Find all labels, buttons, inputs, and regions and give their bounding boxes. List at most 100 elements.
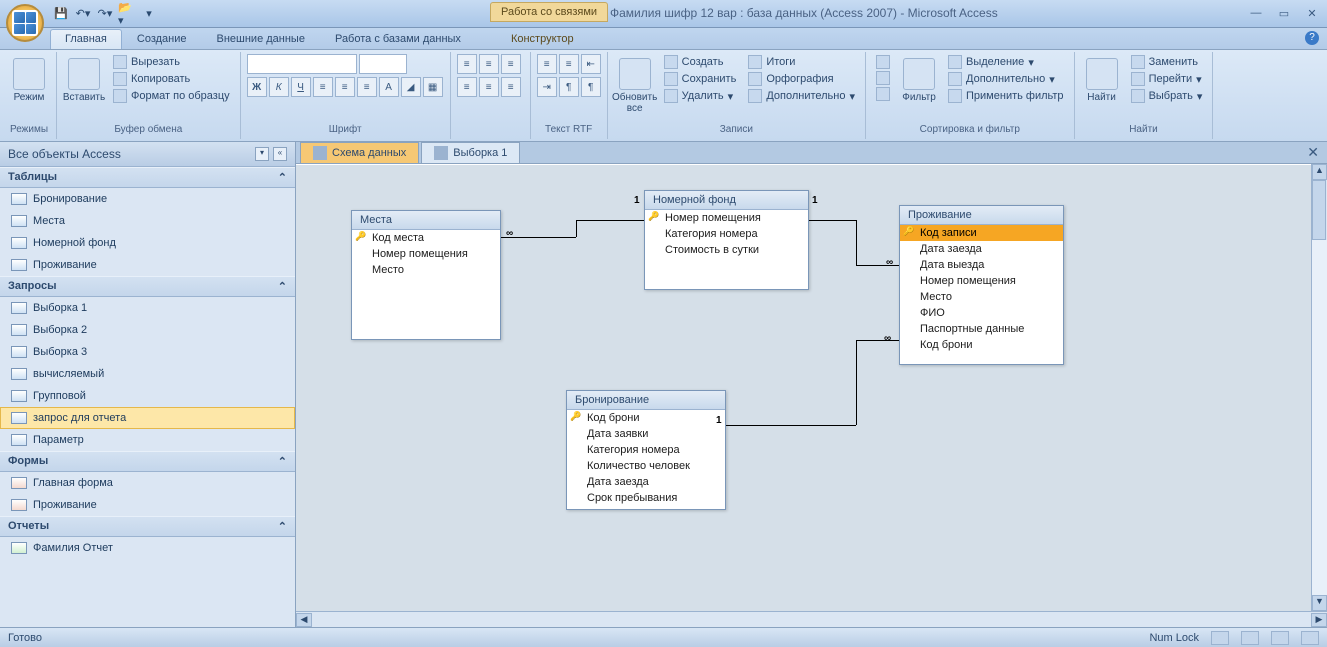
- nav-item[interactable]: Параметр: [0, 429, 295, 451]
- select-button[interactable]: Выбрать ▾: [1127, 88, 1207, 104]
- nav-item[interactable]: Выборка 3: [0, 341, 295, 363]
- scroll-right-icon[interactable]: ▶: [1311, 613, 1327, 627]
- align-right-button[interactable]: ≡: [357, 77, 377, 97]
- fill-color-button[interactable]: ◢: [401, 77, 421, 97]
- replace-button[interactable]: Заменить: [1127, 54, 1207, 70]
- view-shortcut-3[interactable]: [1271, 631, 1289, 645]
- totals-button[interactable]: Итоги: [744, 54, 859, 70]
- nav-item[interactable]: Места: [0, 210, 295, 232]
- cut-button[interactable]: Вырезать: [109, 54, 234, 70]
- view-shortcut-4[interactable]: [1301, 631, 1319, 645]
- nav-item[interactable]: Проживание: [0, 494, 295, 516]
- table-title[interactable]: Бронирование: [567, 391, 725, 410]
- table-box[interactable]: ПроживаниеКод записиДата заездаДата выез…: [899, 205, 1064, 365]
- help-icon[interactable]: ?: [1305, 31, 1319, 45]
- nav-section-reports[interactable]: Отчеты⌃: [0, 516, 295, 537]
- nav-dropdown-icon[interactable]: ▾: [255, 147, 269, 161]
- table-field[interactable]: Место: [900, 289, 1063, 305]
- view-shortcut-1[interactable]: [1211, 631, 1229, 645]
- nav-section-forms[interactable]: Формы⌃: [0, 451, 295, 472]
- nav-item[interactable]: Бронирование: [0, 188, 295, 210]
- table-field[interactable]: Дата выезда: [900, 257, 1063, 273]
- nav-item[interactable]: вычисляемый: [0, 363, 295, 385]
- scroll-thumb[interactable]: [1312, 180, 1326, 240]
- table-field[interactable]: Категория номера: [567, 442, 725, 458]
- horizontal-scrollbar[interactable]: ◀ ▶: [296, 611, 1327, 627]
- vertical-scrollbar[interactable]: ▲ ▼: [1311, 164, 1327, 611]
- tab-database-tools[interactable]: Работа с базами данных: [320, 29, 476, 49]
- underline-button[interactable]: Ч: [291, 77, 311, 97]
- ltr-button[interactable]: ¶: [559, 77, 579, 97]
- nav-item[interactable]: Проживание: [0, 254, 295, 276]
- table-box[interactable]: МестаКод местаНомер помещенияМесто: [351, 210, 501, 340]
- align-left-button[interactable]: ≡: [313, 77, 333, 97]
- tab-create[interactable]: Создание: [122, 29, 202, 49]
- table-field[interactable]: Количество человек: [567, 458, 725, 474]
- font-combo[interactable]: [247, 54, 357, 74]
- tab-home[interactable]: Главная: [50, 29, 122, 49]
- nav-item[interactable]: Групповой: [0, 385, 295, 407]
- doc-close-icon[interactable]: ✕: [1299, 142, 1327, 163]
- format-painter-button[interactable]: Формат по образцу: [109, 88, 234, 104]
- spelling-button[interactable]: Орфография: [744, 71, 859, 87]
- office-button[interactable]: [6, 4, 44, 42]
- gridlines-button[interactable]: ▦: [423, 77, 443, 97]
- align-center-button[interactable]: ≡: [335, 77, 355, 97]
- refresh-all-button[interactable]: Обновить все: [614, 54, 656, 118]
- paste-button[interactable]: Вставить: [63, 54, 105, 107]
- tab-design[interactable]: Конструктор: [496, 29, 589, 49]
- advanced-filter-button[interactable]: Дополнительно ▾: [944, 71, 1068, 87]
- nav-collapse-icon[interactable]: «: [273, 147, 287, 161]
- open-folder-icon[interactable]: 📂▾: [118, 5, 136, 23]
- selection-filter-button[interactable]: Выделение ▾: [944, 54, 1068, 70]
- nav-section-queries[interactable]: Запросы⌃: [0, 276, 295, 297]
- delete-record-button[interactable]: Удалить ▾: [660, 88, 741, 104]
- table-title[interactable]: Места: [352, 211, 500, 230]
- maximize-icon[interactable]: ▭: [1275, 7, 1293, 20]
- table-field[interactable]: Стоимость в сутки: [645, 242, 808, 258]
- rtl-button[interactable]: ¶: [581, 77, 601, 97]
- table-box[interactable]: Номерной фондНомер помещенияКатегория но…: [644, 190, 809, 290]
- minimize-icon[interactable]: —: [1247, 7, 1265, 20]
- nav-item[interactable]: Номерной фонд: [0, 232, 295, 254]
- table-field[interactable]: ФИО: [900, 305, 1063, 321]
- table-field[interactable]: Код записи: [900, 225, 1063, 241]
- doc-tab-schema[interactable]: Схема данных: [300, 142, 419, 163]
- nav-item[interactable]: Выборка 2: [0, 319, 295, 341]
- indent-inc-button[interactable]: ⇥: [537, 77, 557, 97]
- save-icon[interactable]: 💾: [52, 5, 70, 23]
- table-field[interactable]: Номер помещения: [352, 246, 500, 262]
- table-field[interactable]: Код брони: [900, 337, 1063, 353]
- scroll-up-icon[interactable]: ▲: [1312, 164, 1327, 180]
- close-icon[interactable]: ✕: [1303, 7, 1321, 20]
- table-field[interactable]: Номер помещения: [900, 273, 1063, 289]
- numbering-button[interactable]: ≡: [559, 54, 579, 74]
- tab-external-data[interactable]: Внешние данные: [202, 29, 320, 49]
- filter-button[interactable]: Фильтр: [898, 54, 940, 107]
- scroll-down-icon[interactable]: ▼: [1312, 595, 1327, 611]
- nav-header[interactable]: Все объекты Access ▾«: [0, 142, 295, 167]
- table-field[interactable]: Дата заезда: [900, 241, 1063, 257]
- redo-icon[interactable]: ↷▾: [96, 5, 114, 23]
- table-title[interactable]: Проживание: [900, 206, 1063, 225]
- table-box[interactable]: БронированиеКод брониДата заявкиКатегори…: [566, 390, 726, 510]
- font-size-combo[interactable]: [359, 54, 407, 74]
- sort-desc-button[interactable]: [872, 70, 894, 86]
- align-btn3[interactable]: ≡: [501, 54, 521, 74]
- new-record-button[interactable]: Создать: [660, 54, 741, 70]
- view-shortcut-2[interactable]: [1241, 631, 1259, 645]
- toggle-filter-button[interactable]: Применить фильтр: [944, 88, 1068, 104]
- align-btn2[interactable]: ≡: [479, 54, 499, 74]
- font-color-button[interactable]: A: [379, 77, 399, 97]
- table-field[interactable]: Дата заявки: [567, 426, 725, 442]
- clear-sort-button[interactable]: [872, 86, 894, 102]
- nav-item[interactable]: запрос для отчета: [0, 407, 295, 429]
- doc-tab-query[interactable]: Выборка 1: [421, 142, 520, 163]
- indent-dec-button[interactable]: ⇤: [581, 54, 601, 74]
- table-field[interactable]: Дата заезда: [567, 474, 725, 490]
- undo-icon[interactable]: ↶▾: [74, 5, 92, 23]
- align-btn4[interactable]: ≡: [457, 77, 477, 97]
- copy-button[interactable]: Копировать: [109, 71, 234, 87]
- align-btn5[interactable]: ≡: [479, 77, 499, 97]
- bold-button[interactable]: Ж: [247, 77, 267, 97]
